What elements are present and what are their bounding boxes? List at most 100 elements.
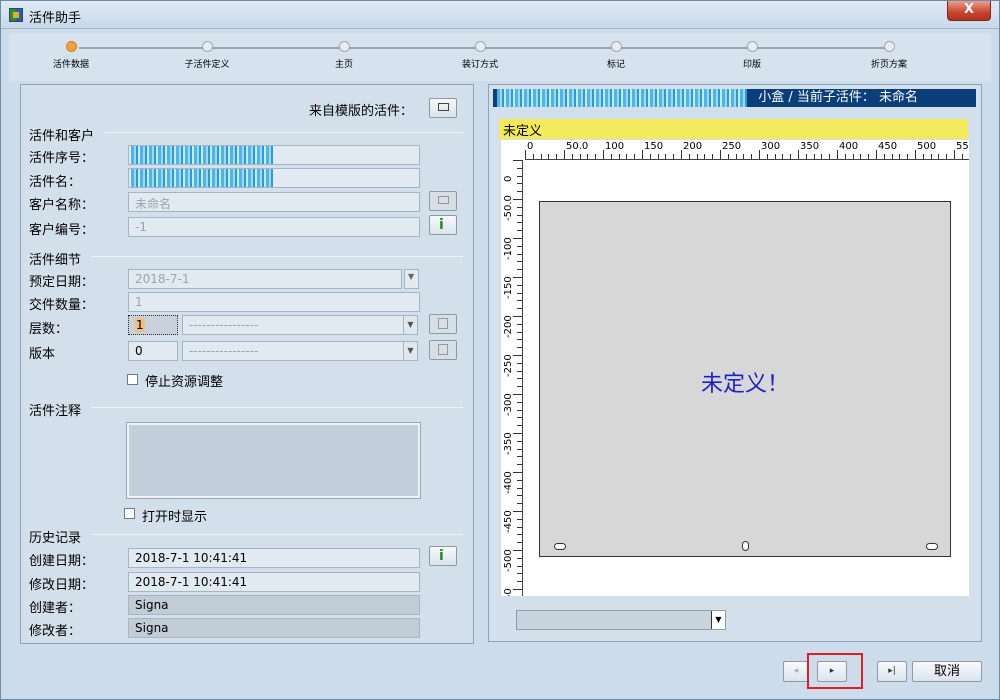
step-subjob-definition[interactable]: 子活件定义	[167, 41, 247, 70]
ruler-tick	[946, 154, 948, 159]
step-plates[interactable]: 印版	[712, 41, 792, 70]
stop-resource-checkbox[interactable]	[127, 374, 138, 385]
ruler-label: 500	[917, 141, 937, 152]
ruler-tick	[517, 534, 522, 536]
quantity-label: 交件数量：	[29, 298, 95, 313]
step-dot	[201, 41, 213, 52]
chevron-down-icon: ▼	[711, 611, 725, 629]
ruler-label: 400	[839, 141, 859, 152]
notes-textarea[interactable]	[126, 422, 421, 499]
job-name-label: 活件名：	[29, 175, 82, 190]
template-label: 来自模版的活件：	[309, 104, 414, 119]
customer-name-label: 客户名称：	[29, 198, 95, 213]
wizard-steps: 活件数据 子活件定义 主页 装订方式 标记 印版 折页方案	[9, 33, 991, 81]
chevron-down-icon[interactable]: ▼	[403, 316, 417, 334]
layers-combo[interactable]: ----------------	[182, 315, 418, 335]
ruler-tick	[517, 284, 522, 286]
step-dot	[610, 41, 622, 52]
ruler-tick	[517, 261, 522, 263]
ruler-tick	[587, 154, 589, 159]
ruler-tick	[517, 573, 522, 575]
due-date-dropdown[interactable]: ▼	[404, 269, 419, 289]
ruler-tick	[513, 238, 522, 239]
divider	[91, 407, 463, 408]
step-dot	[65, 41, 77, 52]
ruler-tick	[517, 222, 522, 224]
customer-id-field[interactable]: -1	[128, 217, 420, 237]
ruler-tick	[532, 154, 534, 159]
ruler-tick	[774, 154, 776, 159]
job-number-field[interactable]	[128, 145, 420, 165]
preview-view-select[interactable]: ▼	[516, 610, 726, 630]
quantity-field[interactable]: 1	[128, 292, 420, 312]
ruler-tick	[844, 154, 846, 159]
ruler-tick	[883, 154, 885, 159]
step-marks[interactable]: 标记	[576, 41, 656, 70]
version-field[interactable]: 0	[128, 341, 178, 361]
creator-field: Signa	[128, 595, 420, 615]
customer-name-field[interactable]: 未命名	[128, 192, 420, 212]
modifier-label: 修改者：	[29, 624, 82, 639]
step-binding[interactable]: 装订方式	[440, 41, 520, 70]
previous-button[interactable]: ◂	[783, 661, 809, 682]
ruler-tick	[517, 495, 522, 497]
customer-id-label: 客户编号：	[29, 223, 95, 238]
edit-icon	[438, 318, 448, 329]
ruler-tick	[517, 448, 522, 450]
preview-canvas[interactable]: 0 50.0 100 150 200 250 300 350 400 450 500 550 0 -50…	[501, 140, 969, 596]
ruler-tick	[513, 550, 522, 551]
ruler-tick	[571, 154, 573, 159]
history-info-button[interactable]: i	[429, 546, 457, 566]
ruler-label: -300	[503, 393, 514, 416]
version-edit-button[interactable]	[429, 340, 457, 360]
ruler-vertical: 0 -50.0 -100 -150 -200 -250 -300 -350 -400 -450 -5…	[501, 160, 523, 596]
show-on-open-checkbox[interactable]	[124, 508, 135, 519]
version-combo[interactable]: ----------------	[182, 341, 418, 361]
customer-select-button[interactable]	[429, 191, 457, 211]
job-name-field[interactable]	[128, 168, 420, 188]
ruler-tick	[517, 300, 522, 302]
ruler-tick	[813, 154, 815, 159]
customer-info-button[interactable]: i	[429, 215, 457, 235]
info-icon: i	[439, 217, 444, 233]
ruler-tick	[517, 323, 522, 325]
window-title: 活件助手	[29, 11, 82, 26]
app-icon	[9, 8, 23, 22]
ruler-tick	[720, 150, 721, 159]
ruler-tick	[517, 292, 522, 294]
step-label: 子活件定义	[184, 60, 230, 70]
section-job-details: 活件细节	[29, 253, 82, 268]
template-select-button[interactable]	[429, 98, 457, 118]
ruler-label: 250	[722, 141, 742, 152]
redacted-value	[497, 89, 747, 107]
title-bar: 活件助手 X	[1, 1, 999, 29]
cancel-button[interactable]: 取消	[912, 661, 982, 682]
ruler-tick	[782, 154, 784, 159]
ruler-tick	[759, 150, 760, 159]
close-button[interactable]: X	[947, 1, 991, 21]
wizard-window: 活件助手 X 活件数据 子活件定义 主页 装订方式 标记 印版 折页方案 来自模…	[0, 0, 1000, 700]
ruler-tick	[915, 150, 916, 159]
ruler-tick	[517, 487, 522, 489]
ruler-tick	[868, 154, 870, 159]
version-label: 版本	[29, 347, 56, 362]
step-job-data[interactable]: 活件数据	[31, 41, 111, 70]
ruler-tick	[513, 472, 522, 473]
chevron-down-icon[interactable]: ▼	[403, 342, 417, 360]
step-folding-scheme[interactable]: 折页方案	[849, 41, 929, 70]
sheet-preview: 未定义！	[539, 201, 951, 557]
ruler-tick	[899, 154, 901, 159]
ruler-tick	[517, 518, 522, 520]
ruler-label: -500	[503, 549, 514, 572]
ruler-tick	[517, 183, 522, 185]
ruler-label: 450	[878, 141, 898, 152]
ruler-tick	[517, 456, 522, 458]
layers-edit-button[interactable]	[429, 314, 457, 334]
step-main-page[interactable]: 主页	[304, 41, 384, 70]
ruler-tick	[513, 277, 522, 278]
last-step-button[interactable]: ▸|	[877, 661, 907, 682]
step-dot	[883, 41, 895, 52]
ruler-tick	[517, 542, 522, 544]
layers-field[interactable]: 1	[128, 315, 178, 335]
due-date-field[interactable]: 2018-7-1	[128, 269, 402, 289]
